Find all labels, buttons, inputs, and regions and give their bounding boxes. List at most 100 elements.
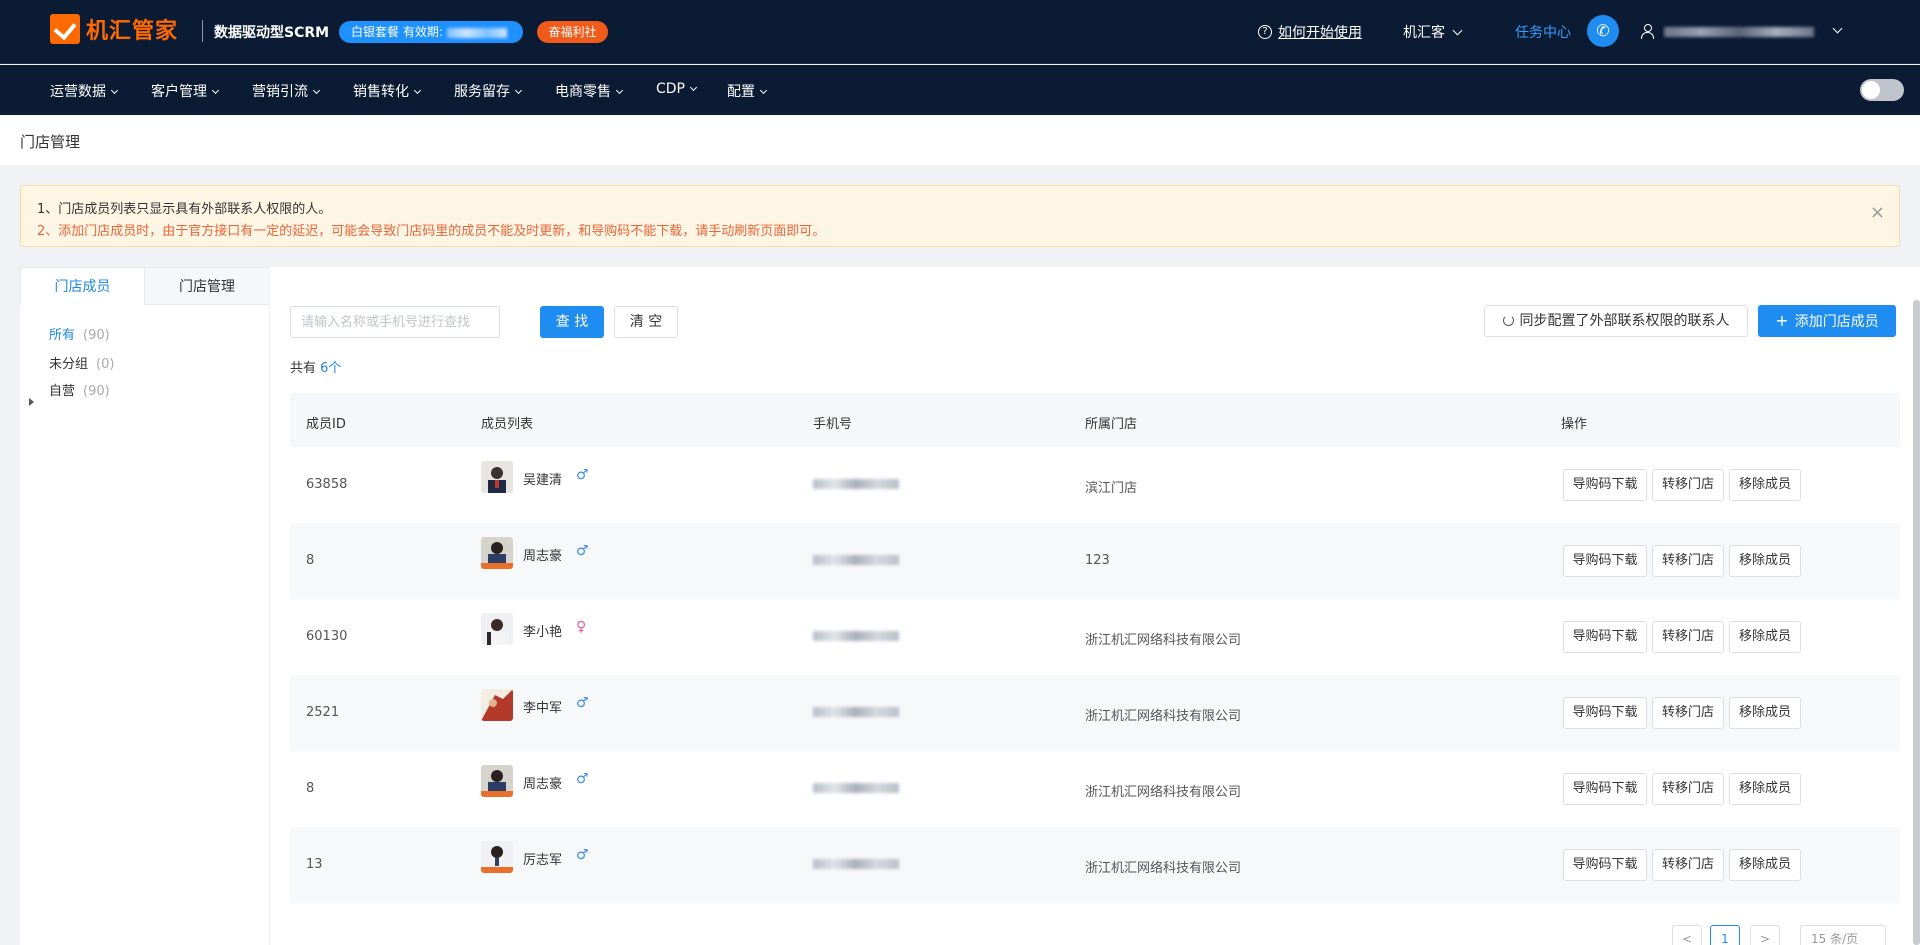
question-icon: ? — [1258, 25, 1272, 39]
member-id: 2521 — [306, 705, 340, 720]
phone-redacted — [813, 859, 899, 869]
page-size-select[interactable]: 15 条/页 — [1800, 925, 1886, 945]
download-guide-code-button[interactable]: 导购码下载 — [1563, 469, 1647, 501]
howto-label: 如何开始使用 — [1278, 25, 1362, 41]
download-guide-code-button[interactable]: 导购码下载 — [1563, 697, 1647, 729]
phone-redacted — [813, 479, 899, 489]
transfer-store-button[interactable]: 转移门店 — [1652, 469, 1724, 501]
avatar — [481, 613, 513, 645]
member-name: 周志豪 — [523, 549, 563, 564]
theme-toggle[interactable] — [1860, 79, 1904, 101]
table-row: 13 厉志军 ♂ 浙江机汇网络科技有限公司 导购码下载 转移门店 移除成员 — [290, 827, 1900, 903]
user-menu-chevron[interactable] — [1825, 23, 1843, 39]
avatar — [481, 461, 513, 493]
transfer-store-button[interactable]: 转移门店 — [1652, 773, 1724, 805]
jhk-dropdown[interactable]: 机汇客 — [1403, 22, 1463, 42]
remove-member-button[interactable]: 移除成员 — [1729, 621, 1801, 653]
next-page-button[interactable]: > — [1750, 925, 1780, 945]
sync-label: 同步配置了外部联系权限的联系人 — [1519, 313, 1730, 329]
member-id: 8 — [306, 553, 315, 568]
avatar — [481, 689, 513, 721]
plus-icon: + — [1775, 311, 1789, 330]
chevron-down-icon — [1452, 25, 1463, 36]
nav-item-service[interactable]: 服务留存 — [454, 81, 523, 101]
download-guide-code-button[interactable]: 导购码下载 — [1563, 621, 1647, 653]
download-guide-code-button[interactable]: 导购码下载 — [1563, 849, 1647, 881]
transfer-store-button[interactable]: 转移门店 — [1652, 621, 1724, 653]
product-subtitle: 数据驱动型SCRM — [214, 25, 330, 41]
group-count: (90) — [83, 384, 110, 399]
table-header: 成员ID 成员列表 手机号 所属门店 操作 — [290, 393, 1900, 447]
logo-check-icon — [50, 14, 80, 44]
chevron-down-icon — [211, 86, 220, 95]
group-panel: 门店成员 门店管理 所有 (90) 未分组 (0) 自营 (90) — [20, 267, 269, 945]
add-member-button[interactable]: + 添加门店成员 — [1758, 305, 1896, 337]
logo[interactable]: 机汇管家 — [50, 13, 178, 45]
group-item-all[interactable]: 所有 (90) — [49, 324, 110, 343]
close-icon[interactable]: × — [1870, 204, 1885, 222]
transfer-store-button[interactable]: 转移门店 — [1652, 545, 1724, 577]
member-name: 李中军 — [523, 701, 563, 716]
logo-divider — [202, 20, 203, 42]
table-row: 63858 吴建清 ♂ 滨江门店 导购码下载 转移门店 移除成员 — [290, 447, 1900, 523]
download-guide-code-button[interactable]: 导购码下载 — [1563, 773, 1647, 805]
search-button[interactable]: 查 找 — [540, 306, 604, 338]
download-guide-code-button[interactable]: 导购码下载 — [1563, 545, 1647, 577]
total-count: 共有 6个 — [290, 357, 341, 376]
scrollbar[interactable] — [1913, 300, 1920, 945]
sync-contacts-button[interactable]: 同步配置了外部联系权限的联系人 — [1484, 305, 1748, 337]
clear-button[interactable]: 清 空 — [614, 306, 678, 338]
nav-item-sales[interactable]: 销售转化 — [353, 81, 422, 101]
remove-member-button[interactable]: 移除成员 — [1729, 469, 1801, 501]
nav-item-operations[interactable]: 运营数据 — [50, 81, 119, 101]
column-header: 所属门店 — [1085, 417, 1138, 432]
package-badge[interactable]: 白银套餐 有效期: — [339, 21, 523, 43]
table-row: 60130 李小艳 ♀ 浙江机汇网络科技有限公司 导购码下载 转移门店 移除成员 — [290, 599, 1900, 675]
nav-label: 营销引流 — [252, 84, 308, 100]
welfare-badge[interactable]: 奋福利社 — [537, 21, 608, 43]
phone-redacted — [813, 707, 899, 717]
transfer-store-button[interactable]: 转移门店 — [1652, 849, 1724, 881]
caret-right-icon[interactable] — [29, 398, 34, 406]
group-item-ungrouped[interactable]: 未分组 (0) — [49, 353, 114, 372]
member-name: 李小艳 — [523, 625, 563, 640]
add-member-label: 添加门店成员 — [1794, 314, 1879, 330]
remove-member-button[interactable]: 移除成员 — [1729, 545, 1801, 577]
transfer-store-button[interactable]: 转移门店 — [1652, 697, 1724, 729]
howto-link[interactable]: ? 如何开始使用 — [1258, 22, 1362, 42]
avatar — [481, 841, 513, 873]
female-icon: ♀ — [576, 619, 587, 635]
male-icon: ♂ — [576, 543, 589, 559]
group-label: 所有 — [49, 328, 76, 343]
phone-icon[interactable]: ✆ — [1587, 15, 1619, 47]
user-name-redacted[interactable] — [1664, 27, 1814, 37]
phone-redacted — [813, 783, 899, 793]
tab-store-management[interactable]: 门店管理 — [145, 267, 269, 305]
nav-label: 运营数据 — [50, 84, 106, 100]
page-1-button[interactable]: 1 — [1710, 925, 1740, 945]
nav-item-config[interactable]: 配置 — [727, 81, 768, 101]
page-title: 门店管理 — [20, 133, 81, 151]
prev-page-button[interactable]: < — [1672, 925, 1702, 945]
breadcrumb: 门店管理 — [0, 115, 1920, 165]
nav-label: 服务留存 — [454, 84, 510, 100]
search-input[interactable] — [290, 306, 500, 338]
tab-store-members[interactable]: 门店成员 — [20, 267, 145, 305]
nav-item-cdp[interactable]: CDP — [656, 81, 698, 97]
nav-item-marketing[interactable]: 营销引流 — [252, 81, 321, 101]
chevron-down-icon — [689, 83, 698, 92]
male-icon: ♂ — [576, 695, 589, 711]
remove-member-button[interactable]: 移除成员 — [1729, 849, 1801, 881]
alert-line-1: 1、门店成员列表只显示具有外部联系人权限的人。 — [37, 202, 332, 217]
avatar — [481, 765, 513, 797]
remove-member-button[interactable]: 移除成员 — [1729, 773, 1801, 805]
nav-item-ecommerce[interactable]: 电商零售 — [555, 81, 624, 101]
remove-member-button[interactable]: 移除成员 — [1729, 697, 1801, 729]
task-center-link[interactable]: 任务中心 — [1515, 22, 1571, 42]
group-item-self-run[interactable]: 自营 (90) — [49, 380, 110, 399]
column-header: 成员ID — [306, 417, 346, 432]
group-label: 自营 — [49, 384, 76, 399]
nav-label: CDP — [656, 81, 685, 97]
nav-item-customers[interactable]: 客户管理 — [151, 81, 220, 101]
phone-redacted — [813, 555, 899, 565]
